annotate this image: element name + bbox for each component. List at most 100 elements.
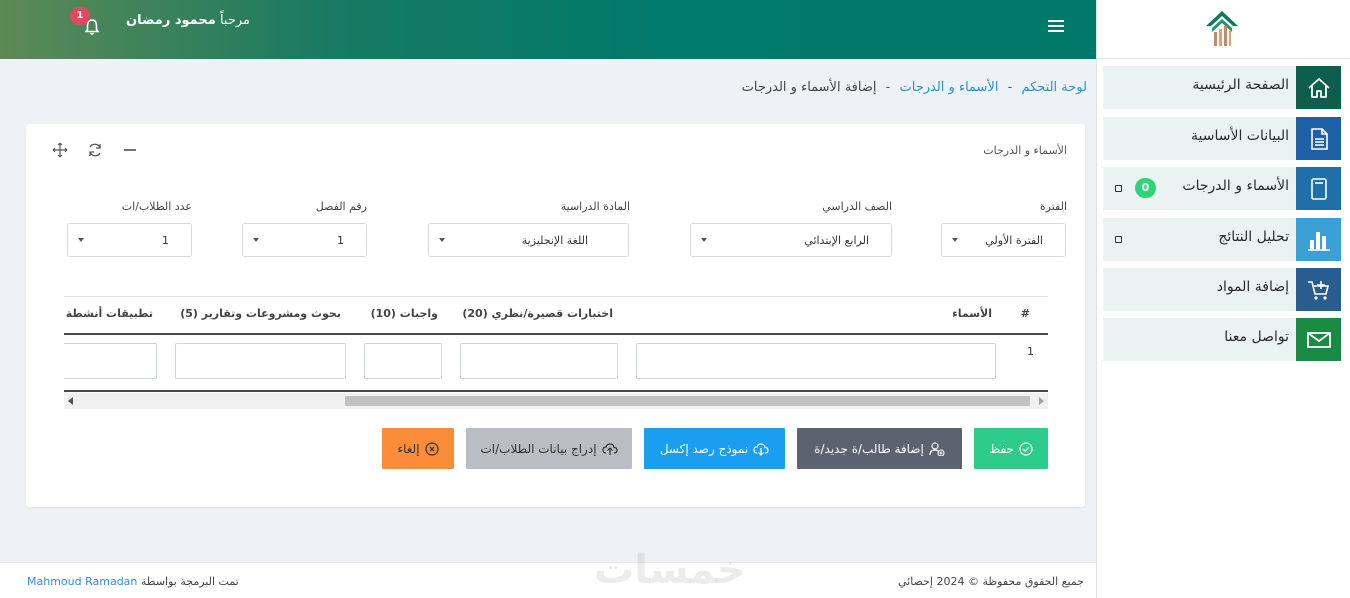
- add-student-button[interactable]: إضافة طالب/ة جديد/ة: [797, 428, 962, 469]
- subject-label: المادة الدراسية: [560, 200, 630, 213]
- cart-add-icon: [1296, 268, 1341, 311]
- copyright-text: جميع الحقوق محفوظة © 2024 إحصائي: [898, 575, 1084, 588]
- chevron-down-icon: [439, 238, 445, 242]
- expand-indicator-icon: [1115, 185, 1122, 192]
- subject-value: اللغة الإنجليزية: [521, 234, 588, 247]
- research-score-input[interactable]: [175, 343, 346, 379]
- menu-toggle-icon[interactable]: [1046, 17, 1066, 37]
- mail-icon: [1296, 318, 1341, 361]
- sidebar-item-results-analysis[interactable]: تحليل النتائج: [1103, 218, 1341, 261]
- sidebar-item-names-grades[interactable]: الأسماء و الدرجات 0: [1103, 167, 1341, 210]
- card-title: الأسماء و الدرجات: [983, 144, 1067, 157]
- sidebar-item-home[interactable]: الصفحة الرئيسية: [1103, 66, 1341, 109]
- breadcrumb-separator: -: [1007, 80, 1013, 95]
- table-top-border: [64, 296, 1048, 297]
- table-horizontal-scrollbar[interactable]: [64, 393, 1048, 409]
- breadcrumb-current: إضافة الأسماء و الدرجات: [741, 80, 877, 95]
- column-header-index: #: [1020, 307, 1030, 320]
- logo-icon[interactable]: [1204, 10, 1240, 48]
- document-icon: [1296, 117, 1341, 160]
- class-number-label: رقم الفصل: [315, 200, 367, 213]
- chevron-down-icon: [701, 238, 707, 242]
- chevron-down-icon: [253, 238, 259, 242]
- welcome-text: مرحباً محمود رمضان: [126, 13, 250, 28]
- add-user-icon: [929, 441, 945, 456]
- breadcrumb-section-link[interactable]: الأسماء و الدرجات: [900, 80, 999, 95]
- class-number-select[interactable]: 1: [242, 223, 367, 257]
- column-header-research: بحوث ومشروعات وتقارير (5): [180, 307, 341, 320]
- chevron-down-icon: [78, 238, 84, 242]
- column-header-homework: واجبات (10): [370, 307, 438, 320]
- cloud-download-icon: [753, 442, 769, 456]
- add-student-label: إضافة طالب/ة جديد/ة: [814, 441, 924, 456]
- credit-author-link[interactable]: Mahmoud Ramadan: [27, 575, 137, 588]
- home-icon: [1296, 66, 1341, 109]
- sidebar-item-label: إضافة المواد: [1216, 279, 1289, 295]
- grade-label: الصف الدراسي: [822, 200, 892, 213]
- cloud-upload-icon: [601, 442, 618, 456]
- period-label: الفترة: [1039, 200, 1067, 213]
- table-header-divider: [64, 333, 1048, 335]
- credit-prefix: تمت البرمجة بواسطة: [140, 575, 239, 588]
- welcome-prefix: مرحباً: [219, 13, 251, 28]
- column-header-quizzes: اختبارات قصيرة/نظري (20): [462, 307, 613, 320]
- activities-score-input[interactable]: [64, 343, 157, 379]
- chevron-down-icon: [952, 238, 958, 242]
- scrollbar-thumb[interactable]: [345, 396, 1030, 406]
- sidebar-item-label: البيانات الأساسية: [1191, 128, 1289, 144]
- footer: جميع الحقوق محفوظة © 2024 إحصائي تمت الب…: [0, 562, 1096, 598]
- column-header-activities: تطبيقات أنشطة: [65, 307, 153, 320]
- sidebar-item-label: الصفحة الرئيسية: [1192, 77, 1289, 93]
- class-number-value: 1: [337, 234, 344, 247]
- book-icon: [1296, 167, 1341, 210]
- sidebar-item-basic-data[interactable]: البيانات الأساسية: [1103, 117, 1341, 160]
- import-students-label: إدراج بيانات الطلاب/ات: [480, 441, 597, 456]
- student-count-label: عدد الطلاب/ات: [121, 200, 192, 213]
- scroll-right-icon[interactable]: [1039, 397, 1044, 405]
- sidebar-item-add-subjects[interactable]: إضافة المواد: [1103, 268, 1341, 311]
- quizzes-score-input[interactable]: [460, 343, 618, 379]
- subject-select[interactable]: اللغة الإنجليزية: [428, 223, 629, 257]
- import-students-button[interactable]: إدراج بيانات الطلاب/ات: [466, 428, 632, 469]
- excel-template-label: نموذج رصد إكسل: [659, 441, 749, 456]
- refresh-icon[interactable]: [87, 142, 103, 158]
- period-value: الفترة الأولي: [985, 234, 1043, 247]
- close-circle-icon: [424, 441, 439, 456]
- cancel-label: إلغاء: [397, 441, 420, 456]
- save-button[interactable]: حفظ: [974, 428, 1048, 469]
- minimize-icon[interactable]: [122, 142, 138, 158]
- expand-indicator-icon: [1115, 236, 1122, 243]
- scroll-left-icon[interactable]: [68, 397, 73, 405]
- row-index: 1: [1027, 345, 1034, 358]
- sidebar-item-label: تواصل معنا: [1224, 329, 1289, 345]
- breadcrumb: لوحة التحكم - الأسماء و الدرجات - إضافة …: [742, 80, 1087, 95]
- period-select[interactable]: الفترة الأولي: [941, 223, 1066, 257]
- sidebar: الصفحة الرئيسية البيانات الأساسية الأسما…: [1096, 0, 1350, 598]
- sidebar-item-label: الأسماء و الدرجات: [1182, 178, 1289, 194]
- grade-select[interactable]: الرابع الإبتدائي: [690, 223, 892, 257]
- credit-text: تمت البرمجة بواسطة Mahmoud Ramadan: [27, 575, 239, 588]
- table-bottom-divider: [64, 390, 1048, 392]
- user-name: محمود رمضان: [126, 13, 216, 28]
- save-label: حفظ: [989, 441, 1014, 456]
- excel-template-button[interactable]: نموذج رصد إكسل: [644, 428, 785, 469]
- column-header-names: الأسماء: [952, 307, 992, 320]
- notification-badge: 1: [70, 7, 90, 25]
- sidebar-item-contact[interactable]: تواصل معنا: [1103, 318, 1341, 361]
- student-name-input[interactable]: [636, 343, 996, 379]
- breadcrumb-separator: -: [885, 80, 891, 95]
- student-count-value: 1: [162, 234, 169, 247]
- sidebar-item-label: تحليل النتائج: [1218, 229, 1289, 245]
- check-circle-icon: [1019, 441, 1033, 456]
- homework-score-input[interactable]: [364, 343, 442, 379]
- student-count-select[interactable]: 1: [67, 223, 192, 257]
- count-badge: 0: [1135, 178, 1156, 198]
- grade-value: الرابع الإبتدائي: [804, 234, 869, 247]
- breadcrumb-home-link[interactable]: لوحة التحكم: [1021, 80, 1087, 95]
- watermark-text: خمسات: [594, 547, 746, 593]
- bar-chart-icon: [1296, 218, 1341, 261]
- cancel-button[interactable]: إلغاء: [382, 428, 454, 469]
- logo-area: [1097, 0, 1350, 59]
- move-icon[interactable]: [52, 142, 68, 158]
- top-header: مرحباً محمود رمضان 1: [0, 0, 1096, 59]
